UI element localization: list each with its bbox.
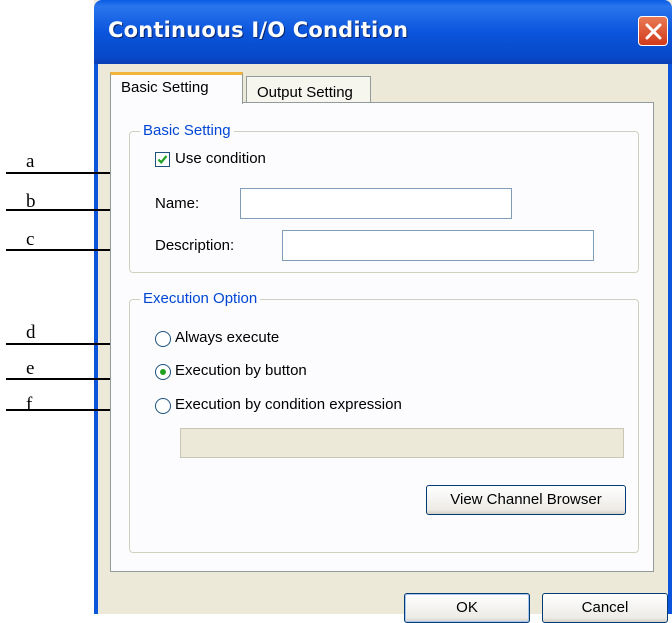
condition-expression-field[interactable] [180, 428, 624, 458]
window-frame-left [94, 64, 98, 614]
tab-label: Output Setting [257, 84, 353, 101]
name-label: Name: [155, 195, 200, 212]
button-label: Cancel [581, 599, 629, 616]
description-label: Description: [155, 237, 235, 254]
view-channel-browser-button[interactable]: View Channel Browser [426, 485, 626, 515]
annotation-label-c: c [26, 229, 35, 250]
annotation-label-b: b [26, 191, 36, 212]
tab-basic-setting[interactable]: Basic Setting [110, 72, 243, 104]
cancel-button[interactable]: Cancel [542, 593, 668, 623]
use-condition-label: Use condition [175, 150, 266, 167]
button-label: OK [456, 599, 478, 616]
button-label: View Channel Browser [450, 491, 602, 508]
dialog-window: Continuous I/O Condition Basic Setting O… [94, 0, 672, 623]
name-field[interactable] [240, 188, 512, 219]
group-legend: Basic Setting [140, 122, 234, 139]
tab-panel: Basic Setting Use condition Name: Descri… [110, 102, 654, 572]
execution-by-condition-label: Execution by condition expression [175, 396, 402, 413]
always-execute-label: Always execute [175, 329, 280, 346]
description-field[interactable] [282, 230, 594, 261]
radio-selected-dot [160, 369, 166, 375]
use-condition-checkbox[interactable] [155, 152, 170, 167]
execution-by-button-label: Execution by button [175, 362, 307, 379]
window-frame-right [668, 64, 672, 614]
check-icon [157, 155, 168, 164]
window-title: Continuous I/O Condition [108, 18, 409, 42]
annotation-label-d: d [26, 322, 36, 343]
always-execute-radio[interactable] [155, 331, 171, 347]
annotation-label-a: a [26, 151, 35, 172]
tab-label: Basic Setting [121, 79, 209, 96]
execution-by-condition-radio[interactable] [155, 398, 171, 414]
basic-setting-group: Basic Setting Use condition Name: Descri… [129, 122, 639, 273]
ok-button[interactable]: OK [404, 593, 530, 623]
close-icon [645, 23, 662, 40]
group-legend: Execution Option [140, 290, 261, 307]
annotation-label-f: f [26, 394, 33, 415]
annotation-label-e: e [26, 358, 35, 379]
execution-by-button-radio[interactable] [155, 364, 171, 380]
execution-option-group: Execution Option Always execute Executio… [129, 290, 639, 553]
close-button[interactable] [638, 16, 668, 46]
tab-output-setting[interactable]: Output Setting [246, 76, 371, 104]
title-bar[interactable]: Continuous I/O Condition [94, 0, 672, 64]
